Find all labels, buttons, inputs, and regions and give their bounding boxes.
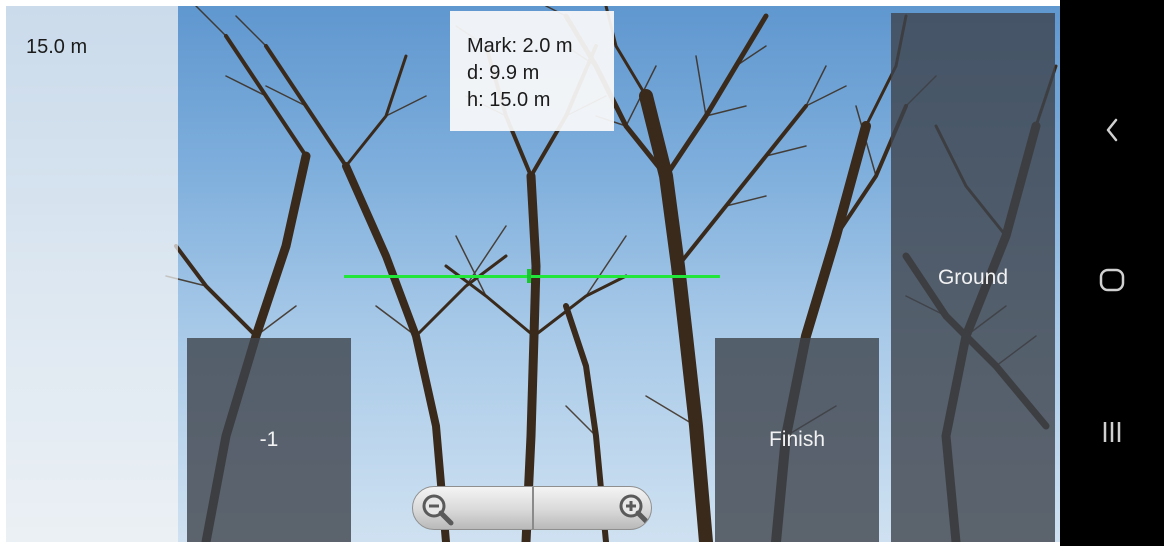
height-value: h: 15.0 m <box>467 89 551 111</box>
zoom-control <box>412 486 652 530</box>
measurement-info-box: Mark: 2.0 m d: 9.9 m h: 15.0 m <box>450 11 614 131</box>
zoom-in-icon <box>619 494 651 526</box>
camera-preview: 15.0 m Mark: 2.0 m d: 9.9 m h: 15.0 m -1… <box>6 6 1060 542</box>
minus-one-button[interactable]: -1 <box>187 338 351 542</box>
height-readout: 15.0 m <box>26 36 88 58</box>
minus-one-label: -1 <box>259 428 279 451</box>
app-screen: 15.0 m Mark: 2.0 m d: 9.9 m h: 15.0 m -1… <box>0 0 1164 546</box>
horizon-marker <box>527 269 531 283</box>
horizon-line <box>344 275 720 278</box>
mark-value: Mark: 2.0 m <box>467 35 573 57</box>
back-button[interactable] <box>1060 100 1164 160</box>
distance-value: d: 9.9 m <box>467 62 540 84</box>
system-navigation-bar <box>1060 0 1164 546</box>
height-readout-panel: 15.0 m <box>6 6 178 542</box>
home-icon <box>1099 268 1125 292</box>
finish-button[interactable]: Finish <box>715 338 879 542</box>
zoom-out-button[interactable] <box>413 487 532 529</box>
finish-label: Finish <box>768 428 826 451</box>
home-button[interactable] <box>1060 250 1164 310</box>
back-icon <box>1106 118 1118 142</box>
recents-button[interactable] <box>1060 402 1164 462</box>
zoom-out-icon <box>422 494 454 526</box>
zoom-in-button[interactable] <box>534 487 651 529</box>
ground-label: Ground <box>937 265 1009 289</box>
ground-button[interactable]: Ground <box>891 13 1055 542</box>
recents-icon <box>1103 422 1121 442</box>
